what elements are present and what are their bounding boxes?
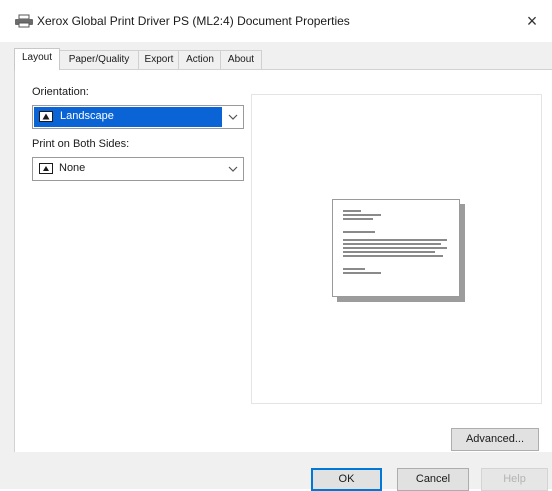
orientation-selection: Landscape: [34, 107, 222, 127]
orientation-dropdown[interactable]: Landscape: [32, 105, 244, 129]
dialog-body: Layout Paper/Quality Export Action About…: [0, 42, 552, 491]
tab-action[interactable]: Action: [178, 50, 222, 69]
duplex-label: Print on Both Sides:: [32, 138, 130, 150]
tab-paper-quality[interactable]: Paper/Quality: [58, 50, 140, 69]
layout-panel: Orientation: Landscape Print on Both Sid…: [14, 69, 552, 452]
landscape-page-icon: [39, 111, 53, 122]
duplex-value: None: [59, 162, 86, 174]
tab-layout[interactable]: Layout: [14, 48, 60, 70]
duplex-dropdown[interactable]: None: [32, 157, 244, 181]
advanced-button[interactable]: Advanced...: [451, 428, 539, 451]
tab-about[interactable]: About: [220, 50, 262, 69]
orientation-value: Landscape: [60, 110, 114, 122]
layout-preview: [251, 94, 542, 404]
help-button[interactable]: Help: [481, 468, 548, 491]
printer-icon: [15, 14, 33, 28]
window-title: Xerox Global Print Driver PS (ML2:4) Doc…: [37, 14, 350, 28]
cancel-button[interactable]: Cancel: [397, 468, 469, 491]
close-button[interactable]: ×: [512, 6, 552, 36]
ok-button[interactable]: OK: [311, 468, 382, 491]
close-icon: ×: [526, 11, 538, 31]
title-bar: Xerox Global Print Driver PS (ML2:4) Doc…: [0, 0, 552, 42]
landscape-page-preview: [332, 199, 460, 297]
chevron-down-icon: [228, 166, 238, 172]
chevron-down-icon: [228, 114, 238, 120]
single-sided-page-icon: [39, 163, 53, 174]
tab-export[interactable]: Export: [138, 50, 180, 69]
orientation-label: Orientation:: [32, 86, 89, 98]
